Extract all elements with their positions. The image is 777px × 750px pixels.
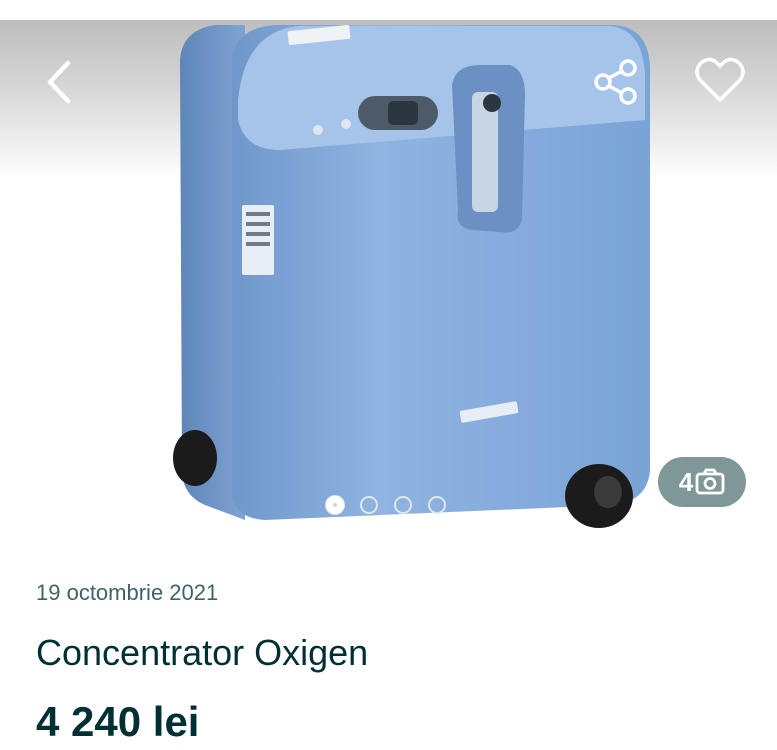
gallery-pagination xyxy=(326,496,446,514)
listing-title: Concentrator Oxigen xyxy=(36,632,369,673)
favorite-button[interactable] xyxy=(690,50,750,110)
back-button[interactable] xyxy=(30,52,90,112)
pagination-dot[interactable] xyxy=(428,496,446,514)
photo-count: 4 xyxy=(678,466,694,497)
listing-price: 4 240 lei xyxy=(36,698,200,745)
share-button[interactable] xyxy=(586,52,646,112)
chevron-left-icon xyxy=(47,60,71,104)
camera-icon xyxy=(695,468,725,495)
listing-date: 19 octombrie 2021 xyxy=(36,580,219,605)
pagination-dot[interactable] xyxy=(394,496,412,514)
photo-count-badge[interactable]: 4 xyxy=(658,457,746,507)
pagination-dot[interactable] xyxy=(360,496,378,514)
heart-icon xyxy=(695,57,745,102)
pagination-dot-active[interactable] xyxy=(326,496,344,514)
image-gallery[interactable]: 4 xyxy=(0,0,777,540)
share-icon xyxy=(594,59,637,105)
product-photo[interactable] xyxy=(0,0,777,540)
